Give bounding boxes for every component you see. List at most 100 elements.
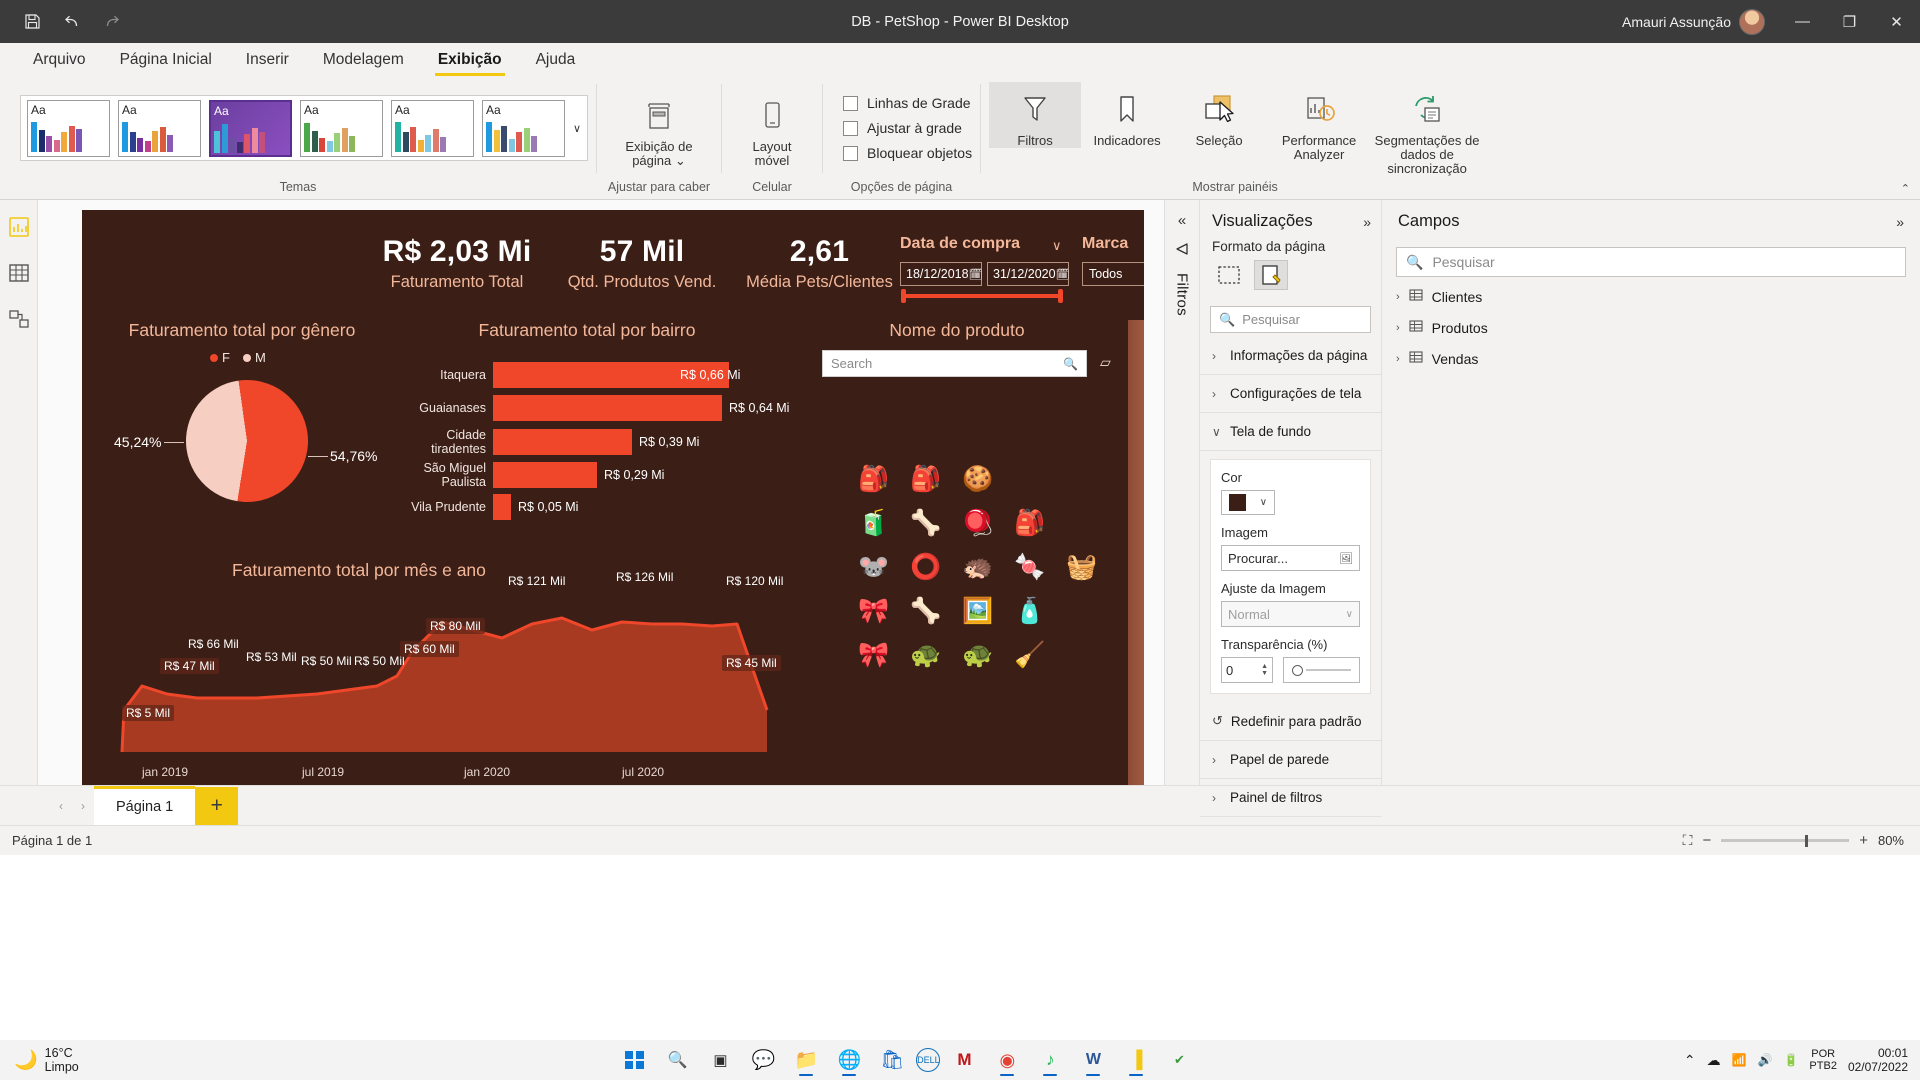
edge-icon[interactable]: 🌐 xyxy=(830,1043,868,1077)
section-configuracoes-de-tela[interactable]: › Configurações de tela xyxy=(1200,375,1381,413)
product-icon[interactable]: 🎀 xyxy=(854,592,894,630)
section-informacoes-da-pagina[interactable]: › Informações da página xyxy=(1200,337,1381,375)
chrome-icon[interactable]: ◉ xyxy=(988,1043,1026,1077)
checkbox-box[interactable] xyxy=(843,95,858,111)
chevron-right-icon[interactable]: › xyxy=(1396,353,1400,365)
chevron-down-icon[interactable]: ⌄ xyxy=(675,153,686,168)
page-prev-icon[interactable]: ‹ xyxy=(50,799,72,813)
bar-fill[interactable] xyxy=(493,395,722,421)
reset-to-default-button[interactable]: ↺ Redefinir para padrão xyxy=(1200,702,1381,741)
add-page-button[interactable]: + xyxy=(195,786,239,825)
battery-icon[interactable]: 🔋 xyxy=(1783,1053,1798,1067)
expand-filters-icon[interactable]: « xyxy=(1178,212,1186,229)
chevron-down-icon[interactable]: ∨ xyxy=(1212,425,1222,439)
visualizations-expand-icon[interactable]: » xyxy=(1363,214,1371,230)
start-windows-icon[interactable] xyxy=(615,1043,653,1077)
bar-row-sao-miguel-paulista[interactable]: São Miguel Paulista R$ 0,29 Mi xyxy=(397,461,664,489)
bar-row-itaquera[interactable]: Itaquera R$ 0,66 Mi xyxy=(397,362,740,388)
bar-row-cidade-tiradentes[interactable]: Cidade tiradentes R$ 0,39 Mi xyxy=(397,428,699,456)
page-next-icon[interactable]: › xyxy=(72,799,94,813)
calendar-icon[interactable]: 🗓 xyxy=(1056,268,1070,281)
page-view-button[interactable]: Exibição de página ⌄ xyxy=(605,88,713,168)
bar-row-vila-prudente[interactable]: Vila Prudente R$ 0,05 Mi xyxy=(397,494,578,520)
chevron-down-icon[interactable]: ∨ xyxy=(1260,497,1267,508)
section-tela-de-fundo[interactable]: ∨ Tela de fundo xyxy=(1200,413,1381,451)
dell-icon[interactable]: DELL xyxy=(916,1048,941,1072)
bar-row-guaianases[interactable]: Guaianases R$ 0,64 Mi xyxy=(397,395,789,421)
legend-item-f[interactable]: F xyxy=(210,350,230,365)
tab-pagina-inicial[interactable]: Página Inicial xyxy=(103,48,229,76)
chevron-down-icon[interactable]: ∨ xyxy=(1346,609,1353,620)
fit-to-page-icon[interactable]: ⛶ xyxy=(1683,832,1693,849)
pie-chart-slices[interactable] xyxy=(178,372,316,510)
kpi-qtd-produtos[interactable]: 57 Mil Qtd. Produtos Vend. xyxy=(542,235,742,292)
report-canvas-area[interactable]: R$ 2,03 Mi Faturamento Total 57 Mil Qtd.… xyxy=(38,200,1164,785)
product-icon[interactable]: 🦴 xyxy=(906,592,946,630)
product-icon[interactable]: 🧃 xyxy=(854,504,894,542)
calendar-icon[interactable]: 🗓 xyxy=(969,268,983,281)
page-format-icon[interactable] xyxy=(1254,260,1288,290)
theme-card-5[interactable]: Aa xyxy=(391,99,474,157)
wifi-icon[interactable]: 📶 xyxy=(1732,1053,1747,1067)
volume-icon[interactable]: 🔊 xyxy=(1758,1053,1773,1067)
kpi-media-pets-clientes[interactable]: 2,61 Média Pets/Clientes xyxy=(722,235,917,292)
tab-exibicao[interactable]: Exibição xyxy=(421,48,519,76)
product-icon[interactable]: 🦔 xyxy=(958,548,998,586)
product-icon[interactable]: 🍬 xyxy=(1010,548,1050,586)
filters-pane-label[interactable]: Filtros xyxy=(1174,273,1191,316)
field-table-vendas[interactable]: › Vendas xyxy=(1382,343,1920,374)
product-icon[interactable]: 🎒 xyxy=(906,460,946,498)
field-table-clientes[interactable]: › Clientes xyxy=(1382,281,1920,312)
tab-inserir[interactable]: Inserir xyxy=(229,48,306,76)
close-button[interactable]: ✕ xyxy=(1873,0,1920,43)
section-papel-de-parede[interactable]: › Papel de parede xyxy=(1200,741,1381,779)
maximize-button[interactable]: ❐ xyxy=(1826,0,1873,43)
chevron-right-icon[interactable]: › xyxy=(1396,322,1400,334)
line-chart-plot[interactable] xyxy=(112,590,782,760)
product-icon[interactable]: 🧴 xyxy=(1010,592,1050,630)
data-view-icon[interactable] xyxy=(6,260,32,286)
pane-button-selecao[interactable]: Seleção xyxy=(1173,82,1265,148)
zoom-slider[interactable] xyxy=(1721,835,1850,847)
product-icon[interactable]: ⭕ xyxy=(906,548,946,586)
bar-fill[interactable] xyxy=(493,494,511,520)
transparency-slider[interactable] xyxy=(1283,657,1360,683)
brand-slicer-dropdown[interactable]: Todos ⌄ xyxy=(1082,262,1144,286)
report-page[interactable]: R$ 2,03 Mi Faturamento Total 57 Mil Qtd.… xyxy=(82,210,1144,785)
bar-fill[interactable] xyxy=(493,429,632,455)
checkbox-ajustar-a-grade[interactable]: Ajustar à grade xyxy=(843,120,972,136)
date-range-slider[interactable] xyxy=(901,289,1063,303)
checkbox-box[interactable] xyxy=(843,120,858,136)
image-browse-icon[interactable]: 🖼 xyxy=(1339,552,1353,565)
image-browse-button[interactable]: Procurar... 🖼 xyxy=(1221,545,1360,571)
slider-track[interactable] xyxy=(1306,669,1351,671)
product-icon[interactable]: 🧹 xyxy=(1010,636,1050,674)
cloud-icon[interactable]: ☁ xyxy=(1707,1052,1721,1069)
page-size-icon[interactable] xyxy=(1212,260,1246,290)
save-icon[interactable] xyxy=(14,7,50,37)
product-icon[interactable]: 🧺 xyxy=(1062,548,1102,586)
chevron-right-icon[interactable]: › xyxy=(1212,387,1222,401)
kpi-faturamento-total[interactable]: R$ 2,03 Mi Faturamento Total xyxy=(362,235,552,292)
pane-button-performance-analyzer[interactable]: Performance Analyzer xyxy=(1265,82,1373,162)
chevron-right-icon[interactable]: › xyxy=(1212,753,1222,767)
product-icon[interactable]: 🎒 xyxy=(1010,504,1050,542)
theme-card-4[interactable]: Aa xyxy=(300,99,383,157)
visualizations-search-input[interactable]: 🔍 Pesquisar xyxy=(1210,306,1371,333)
product-search-input[interactable]: Search 🔍 xyxy=(822,350,1087,377)
security-icon[interactable]: ✔ xyxy=(1160,1043,1198,1077)
theme-card-1[interactable]: Aa xyxy=(27,99,110,157)
background-color-picker[interactable]: ∨ xyxy=(1221,490,1275,515)
search-icon[interactable]: 🔍 xyxy=(1063,357,1078,371)
transparency-stepper[interactable]: 0 ▲ ▼ xyxy=(1221,657,1273,683)
zoom-in-button[interactable]: + xyxy=(1859,832,1868,849)
product-icon-grid[interactable]: 🎒 🎒 🍪 🧃 🦴 🪀 🎒 🐭 ⭕ 🦔 🍬 🧺 🎀 🦴 🖼️ 🧴 🎀 🐢 🐢 � xyxy=(854,460,1110,676)
store-icon[interactable]: 🛍 xyxy=(873,1043,911,1077)
checkbox-linhas-de-grade[interactable]: Linhas de Grade xyxy=(843,95,972,111)
section-painel-de-filtros[interactable]: › Painel de filtros xyxy=(1200,779,1381,817)
product-icon[interactable]: 🖼️ xyxy=(958,592,998,630)
page-tab-pagina-1[interactable]: Página 1 xyxy=(94,785,196,826)
chevron-right-icon[interactable]: › xyxy=(1212,791,1222,805)
language-indicator[interactable]: POR PTB2 xyxy=(1809,1048,1837,1072)
search-icon[interactable]: 🔍 xyxy=(658,1043,696,1077)
